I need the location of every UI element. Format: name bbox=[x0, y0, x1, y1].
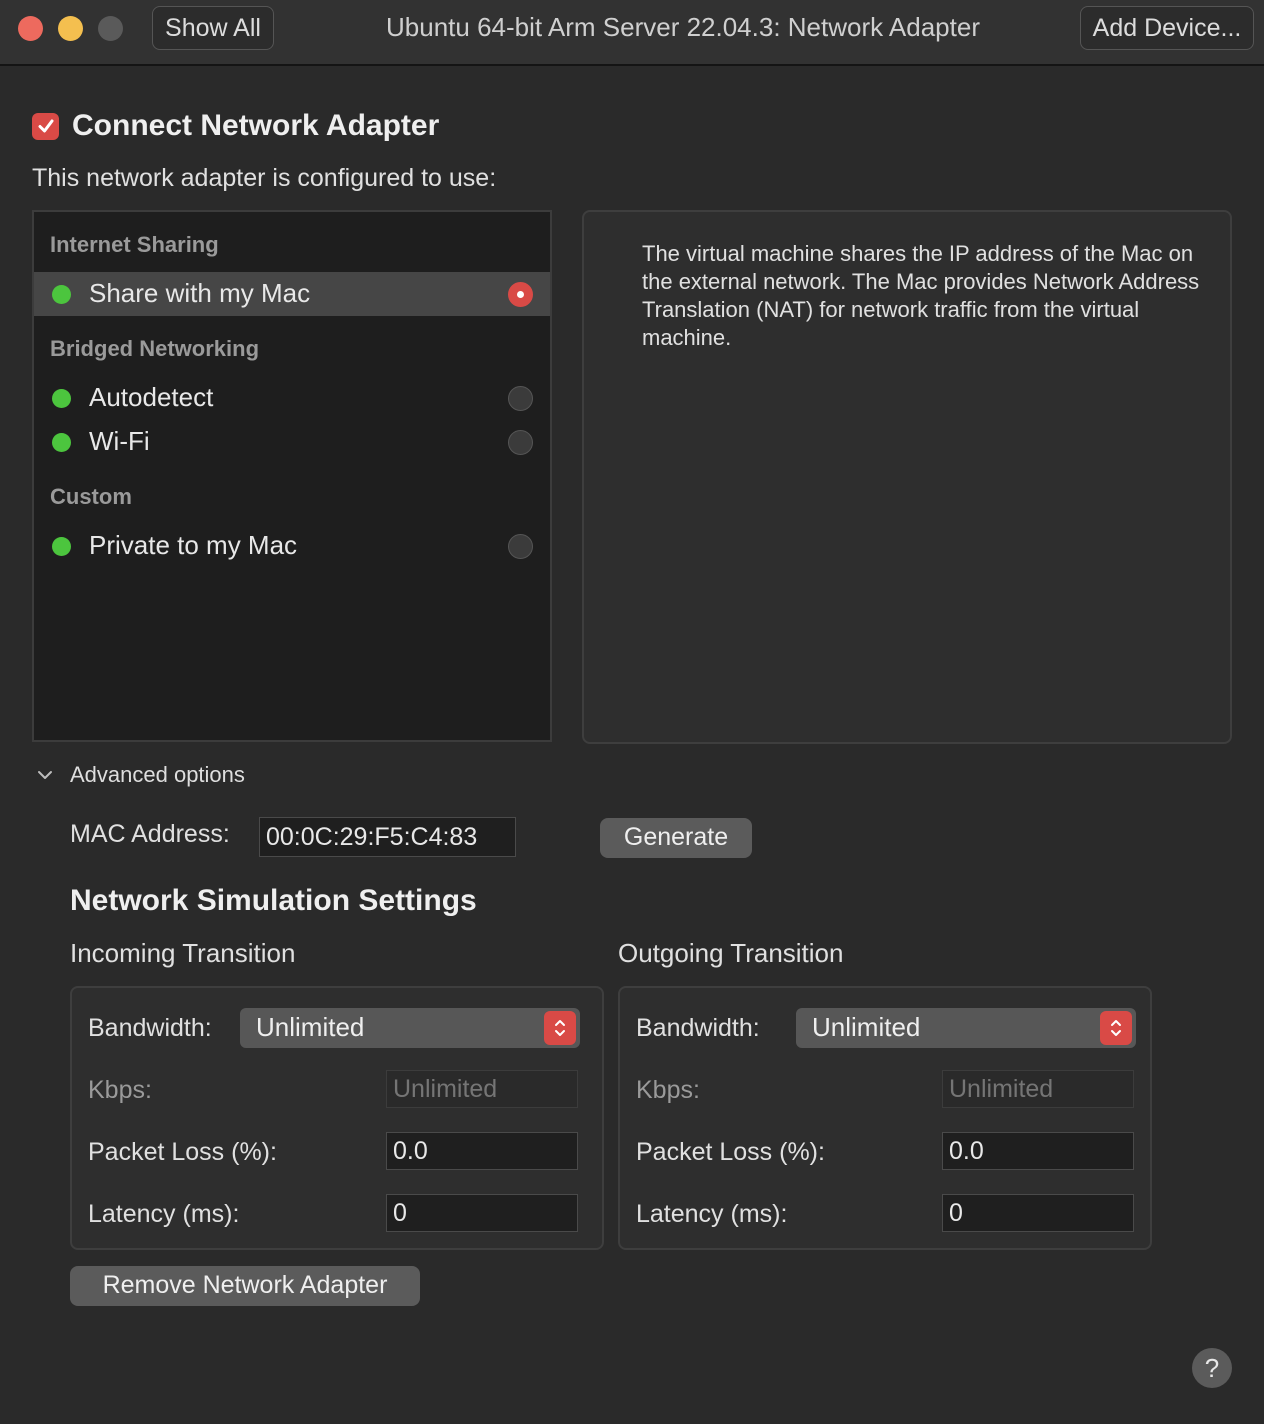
configured-to-use-label: This network adapter is configured to us… bbox=[32, 164, 497, 192]
network-description-panel: The virtual machine shares the IP addres… bbox=[582, 210, 1232, 744]
incoming-bandwidth-value: Unlimited bbox=[256, 1012, 365, 1042]
incoming-kbps-field bbox=[386, 1070, 578, 1108]
outgoing-latency-field[interactable] bbox=[942, 1194, 1134, 1232]
outgoing-bandwidth-label: Bandwidth: bbox=[636, 1014, 760, 1042]
list-item-label: Autodetect bbox=[89, 382, 214, 412]
list-item-label: Share with my Mac bbox=[89, 278, 311, 308]
network-type-list: Internet Sharing Share with my Mac Bridg… bbox=[32, 210, 552, 742]
connect-network-adapter-row[interactable]: Connect Network Adapter bbox=[32, 108, 439, 144]
network-simulation-title: Network Simulation Settings bbox=[70, 884, 477, 917]
advanced-options-disclosure[interactable]: Advanced options bbox=[36, 760, 245, 790]
network-description-text: The virtual machine shares the IP addres… bbox=[642, 241, 1200, 350]
window-title: Ubuntu 64-bit Arm Server 22.04.3: Networ… bbox=[386, 12, 980, 42]
private-to-my-mac-radio[interactable] bbox=[508, 534, 533, 559]
outgoing-latency-label: Latency (ms): bbox=[636, 1200, 788, 1228]
status-green-dot-icon bbox=[52, 389, 71, 408]
outgoing-bandwidth-select[interactable]: Unlimited bbox=[796, 1008, 1136, 1048]
outgoing-transition-title: Outgoing Transition bbox=[618, 938, 844, 968]
connect-network-adapter-checkbox[interactable] bbox=[32, 112, 59, 140]
section-header-bridged-networking: Bridged Networking bbox=[50, 336, 260, 361]
mac-address-label: MAC Address: bbox=[70, 820, 230, 848]
incoming-bandwidth-select[interactable]: Unlimited bbox=[240, 1008, 580, 1048]
incoming-latency-field[interactable] bbox=[386, 1194, 578, 1232]
add-device-button[interactable]: Add Device... bbox=[1080, 6, 1254, 50]
help-button[interactable]: ? bbox=[1192, 1348, 1232, 1388]
status-green-dot-icon bbox=[52, 537, 71, 556]
outgoing-bandwidth-value: Unlimited bbox=[812, 1012, 921, 1042]
outgoing-packet-loss-label: Packet Loss (%): bbox=[636, 1138, 825, 1166]
status-green-dot-icon bbox=[52, 285, 71, 304]
incoming-bandwidth-label: Bandwidth: bbox=[88, 1014, 212, 1042]
list-item-label: Private to my Mac bbox=[89, 530, 298, 560]
outgoing-kbps-field bbox=[942, 1070, 1134, 1108]
incoming-latency-label: Latency (ms): bbox=[88, 1200, 240, 1228]
generate-mac-button[interactable]: Generate bbox=[600, 818, 752, 858]
minimize-window-button[interactable] bbox=[58, 16, 83, 41]
incoming-transition-box: Bandwidth: Unlimited Kbps: Packet Loss (… bbox=[70, 986, 604, 1250]
section-header-custom: Custom bbox=[50, 484, 132, 509]
list-item-wi-fi[interactable]: Wi-Fi bbox=[34, 420, 550, 464]
incoming-packet-loss-label: Packet Loss (%): bbox=[88, 1138, 277, 1166]
close-window-button[interactable] bbox=[18, 16, 43, 41]
chevron-down-icon bbox=[38, 771, 52, 779]
connect-network-adapter-label: Connect Network Adapter bbox=[72, 109, 440, 142]
zoom-window-button[interactable] bbox=[98, 16, 123, 41]
status-green-dot-icon bbox=[52, 433, 71, 452]
title-bar: Show All Ubuntu 64-bit Arm Server 22.04.… bbox=[0, 0, 1264, 66]
mac-address-field[interactable] bbox=[259, 817, 516, 857]
incoming-transition-title: Incoming Transition bbox=[70, 938, 296, 968]
select-stepper-icon bbox=[544, 1011, 576, 1045]
outgoing-transition-box: Bandwidth: Unlimited Kbps: Packet Loss (… bbox=[618, 986, 1152, 1250]
wi-fi-radio[interactable] bbox=[508, 430, 533, 455]
advanced-options-label: Advanced options bbox=[70, 762, 245, 787]
list-item-private-to-my-mac[interactable]: Private to my Mac bbox=[34, 524, 550, 568]
remove-network-adapter-button[interactable]: Remove Network Adapter bbox=[70, 1266, 420, 1306]
list-item-label: Wi-Fi bbox=[89, 426, 150, 456]
autodetect-radio[interactable] bbox=[508, 386, 533, 411]
outgoing-packet-loss-field[interactable] bbox=[942, 1132, 1134, 1170]
list-item-autodetect[interactable]: Autodetect bbox=[34, 376, 550, 420]
incoming-kbps-label: Kbps: bbox=[88, 1076, 152, 1104]
outgoing-kbps-label: Kbps: bbox=[636, 1076, 700, 1104]
incoming-packet-loss-field[interactable] bbox=[386, 1132, 578, 1170]
list-item-share-with-my-mac[interactable]: Share with my Mac bbox=[34, 272, 550, 316]
checkmark-icon bbox=[38, 119, 53, 133]
select-stepper-icon bbox=[1100, 1011, 1132, 1045]
show-all-button[interactable]: Show All bbox=[152, 6, 274, 50]
share-with-my-mac-radio[interactable] bbox=[508, 282, 533, 307]
section-header-internet-sharing: Internet Sharing bbox=[50, 232, 219, 257]
network-adapter-window: Show All Ubuntu 64-bit Arm Server 22.04.… bbox=[0, 0, 1264, 1424]
